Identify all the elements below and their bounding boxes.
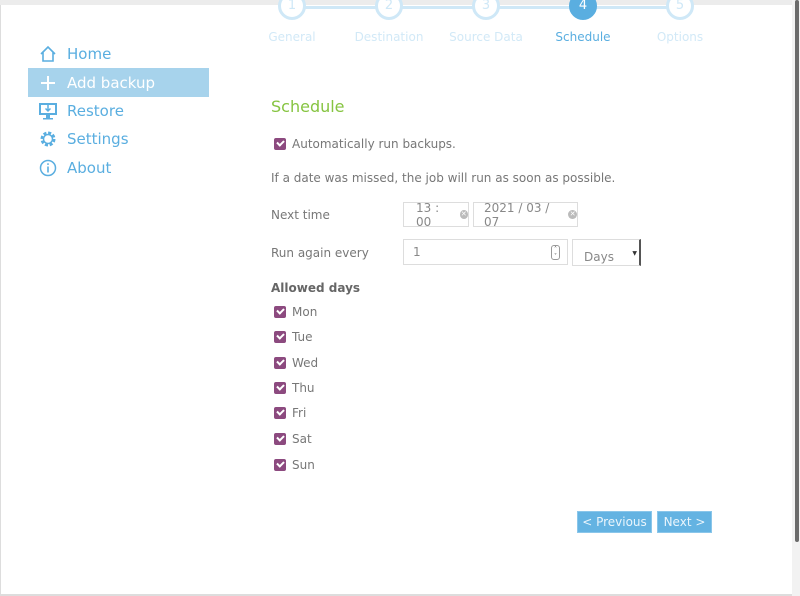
day-checkbox-wed[interactable]: Wed <box>274 356 318 370</box>
dropdown-arrow-icon: ▼ <box>632 250 637 257</box>
sidebar-item-home[interactable]: Home <box>28 39 209 68</box>
sidebar-item-about[interactable]: About <box>28 153 209 182</box>
wizard-step-1[interactable]: 1 <box>278 0 306 20</box>
day-checkbox-tue[interactable]: Tue <box>274 330 313 344</box>
day-checkbox-mon[interactable]: Mon <box>274 305 317 319</box>
sidebar-item-settings[interactable]: Settings <box>28 124 209 153</box>
home-icon <box>28 45 66 63</box>
day-checkbox-sun[interactable]: Sun <box>274 458 315 472</box>
plus-icon <box>28 74 66 92</box>
sidebar-item-restore[interactable]: Restore <box>28 96 209 125</box>
spinner-icon[interactable]: ˄ ˅ <box>551 245 560 260</box>
checkbox-checked[interactable] <box>274 433 286 445</box>
checkbox-checked[interactable] <box>274 382 286 394</box>
wizard-step-3[interactable]: 3 <box>472 0 500 20</box>
wizard-step-4[interactable]: 4 <box>569 0 597 20</box>
interval-input[interactable]: 1 ˄ ˅ <box>403 239 568 265</box>
day-checkbox-sat[interactable]: Sat <box>274 432 312 446</box>
interval-value: 1 <box>413 245 421 259</box>
left-border <box>0 5 1 596</box>
time-input[interactable]: 13 : 00 ✕ <box>403 200 469 229</box>
interval-unit-select[interactable]: Days ▼ <box>572 239 641 266</box>
checkbox-checked[interactable] <box>274 407 286 419</box>
sidebar-item-label: Home <box>67 44 112 63</box>
page-title: Schedule <box>271 97 345 116</box>
interval-unit-value: Days <box>584 249 614 264</box>
next-button[interactable]: Next > <box>657 511 712 533</box>
day-checkbox-thu[interactable]: Thu <box>274 381 315 395</box>
run-again-label: Run again every <box>271 246 369 260</box>
day-label: Tue <box>292 330 313 344</box>
wizard-step-label[interactable]: Options <box>620 30 740 44</box>
checkbox-checked[interactable] <box>274 459 286 471</box>
date-input[interactable]: 2021 / 03 / 07 ✕ <box>473 200 578 229</box>
checkbox-checked[interactable] <box>274 138 286 150</box>
wizard-step-5[interactable]: 5 <box>666 0 694 20</box>
previous-button[interactable]: < Previous <box>577 511 652 533</box>
day-label: Fri <box>292 406 307 420</box>
date-value: 2021 / 03 / 07 <box>484 200 550 229</box>
day-label: Sat <box>292 432 312 446</box>
time-value: 13 : 00 <box>416 200 440 229</box>
info-icon <box>28 159 66 177</box>
sidebar-item-add-backup[interactable]: Add backup <box>28 68 209 97</box>
sidebar-item-label: Settings <box>67 129 129 148</box>
checkbox-checked[interactable] <box>274 357 286 369</box>
allowed-days-label: Allowed days <box>271 281 361 295</box>
auto-run-checkbox[interactable]: Automatically run backups. <box>274 137 456 151</box>
day-label: Thu <box>292 381 315 395</box>
sidebar-item-label: Add backup <box>67 73 156 92</box>
sidebar-item-label: Restore <box>67 101 124 120</box>
checkbox-checked[interactable] <box>274 306 286 318</box>
clear-icon[interactable]: ✕ <box>568 210 577 219</box>
day-label: Wed <box>292 356 319 370</box>
clear-icon[interactable]: ✕ <box>459 210 468 219</box>
auto-run-label: Automatically run backups. <box>292 137 456 151</box>
wizard-step-2[interactable]: 2 <box>375 0 403 20</box>
day-label: Mon <box>292 305 318 319</box>
gear-icon <box>28 130 66 148</box>
checkbox-checked[interactable] <box>274 331 286 343</box>
sidebar-item-label: About <box>67 158 112 177</box>
restore-monitor-icon <box>28 102 66 120</box>
day-label: Sun <box>292 458 315 472</box>
day-checkbox-fri[interactable]: Fri <box>274 406 306 420</box>
next-time-label: Next time <box>271 208 330 222</box>
scrollbar-thumb[interactable] <box>795 0 799 542</box>
missed-note: If a date was missed, the job will run a… <box>271 171 616 185</box>
